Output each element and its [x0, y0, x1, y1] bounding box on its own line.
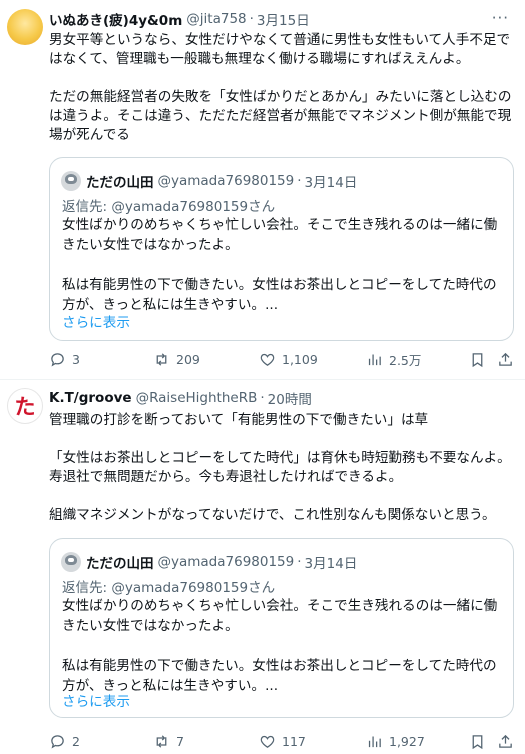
- views-button[interactable]: 2.5万: [366, 349, 421, 369]
- reply-count: 3: [72, 351, 80, 367]
- tweet-text: 男女平等というなら、女性だけやなくて普通に男性も女性もいて人手不足ではなくて、管…: [49, 32, 512, 143]
- like-button[interactable]: 1,109: [259, 349, 318, 369]
- quoted-tweet[interactable]: ただの山田 @yamada76980159 · 3月14日 返信先: @yama…: [49, 157, 514, 341]
- display-name: ただの山田: [86, 175, 154, 191]
- more-icon[interactable]: ···: [492, 9, 509, 27]
- share-button[interactable]: [497, 349, 514, 369]
- timestamp: 3月14日: [304, 556, 358, 572]
- reply-to-handle[interactable]: @yamada76980159さん: [111, 199, 275, 215]
- view-count: 1,927: [389, 733, 425, 749]
- retweet-count: 7: [176, 733, 184, 749]
- reply-button[interactable]: 3: [49, 349, 80, 369]
- tweet-header: K.T/groove @RaiseHightheRB · 20時間: [49, 388, 517, 408]
- views-button[interactable]: 1,927: [366, 731, 425, 751]
- share-button[interactable]: [497, 731, 514, 751]
- user-handle: @yamada76980159: [157, 173, 295, 189]
- retweet-icon: [156, 734, 167, 748]
- tweet-text: 管理職の打診を断っておいて「有能男性の下で働きたい」は草 「女性はお茶出しとコピ…: [49, 412, 511, 523]
- tweet[interactable]: た K.T/groove @RaiseHightheRB · 20時間 管理職の…: [0, 380, 525, 754]
- avatar[interactable]: [61, 552, 81, 572]
- retweet-button[interactable]: 209: [153, 349, 200, 369]
- reply-context: 返信先: @yamada76980159さん: [62, 576, 275, 596]
- quoted-tweet[interactable]: ただの山田 @yamada76980159 · 3月14日 返信先: @yama…: [49, 538, 514, 718]
- view-count: 2.5万: [389, 352, 422, 368]
- like-icon: [260, 735, 275, 748]
- tweet[interactable]: いぬあき(疲)4y&0m @jita758 · 3月15日 ··· 男女平等とい…: [0, 0, 525, 379]
- tweet-header: いぬあき(疲)4y&0m @jita758 · 3月15日 ···: [49, 9, 517, 29]
- separator-dot: ·: [260, 390, 265, 406]
- user-handle[interactable]: @RaiseHightheRB: [136, 390, 258, 406]
- like-count: 1,109: [282, 351, 318, 367]
- timestamp: 3月14日: [304, 175, 358, 191]
- reply-label: 返信先:: [62, 199, 112, 215]
- avatar[interactable]: [7, 9, 43, 45]
- bookmark-icon: [472, 352, 483, 367]
- share-icon: [499, 352, 512, 366]
- timestamp[interactable]: 3月15日: [257, 9, 310, 29]
- timestamp[interactable]: 20時間: [268, 388, 312, 408]
- show-more-link[interactable]: さらに表示: [62, 690, 130, 710]
- avatar[interactable]: た: [7, 388, 43, 424]
- avatar-glyph: た: [14, 394, 36, 419]
- views-icon: [368, 736, 381, 747]
- separator-dot: ·: [297, 173, 302, 189]
- quote-header: ただの山田 @yamada76980159 · 3月14日: [86, 171, 357, 191]
- reply-to-handle[interactable]: @yamada76980159さん: [111, 580, 275, 596]
- reply-button[interactable]: 2: [49, 731, 80, 751]
- reply-icon: [51, 734, 64, 749]
- quote-header: ただの山田 @yamada76980159 · 3月14日: [86, 552, 357, 572]
- separator-dot: ·: [297, 554, 302, 570]
- reply-icon: [51, 352, 64, 367]
- like-count: 117: [282, 733, 306, 749]
- display-name[interactable]: いぬあき(疲)4y&0m: [49, 9, 182, 29]
- bookmark-button[interactable]: [469, 349, 486, 369]
- share-icon: [499, 734, 512, 748]
- bookmark-button[interactable]: [469, 731, 486, 751]
- avatar[interactable]: [61, 171, 81, 191]
- separator-dot: ·: [249, 11, 254, 27]
- quote-text: 女性ばかりのめちゃくちゃ忙しい会社。そこで生き残れるのは一緒に働きたい女性ではな…: [62, 598, 498, 694]
- user-handle: @yamada76980159: [157, 554, 295, 570]
- retweet-count: 209: [176, 351, 200, 367]
- reply-count: 2: [72, 733, 80, 749]
- views-icon: [368, 354, 381, 365]
- display-name[interactable]: K.T/groove: [49, 390, 132, 406]
- reply-label: 返信先:: [62, 580, 112, 596]
- like-icon: [260, 353, 275, 366]
- quote-text: 女性ばかりのめちゃくちゃ忙しい会社。そこで生き残れるのは一緒に働きたい女性ではな…: [62, 217, 498, 313]
- bookmark-icon: [472, 734, 483, 749]
- like-button[interactable]: 117: [259, 731, 306, 751]
- retweet-icon: [156, 352, 167, 366]
- timeline-feed: いぬあき(疲)4y&0m @jita758 · 3月15日 ··· 男女平等とい…: [0, 0, 525, 754]
- action-bar: 3 209 1,109 2.5万: [49, 349, 515, 369]
- show-more-link[interactable]: さらに表示: [62, 311, 130, 331]
- user-handle[interactable]: @jita758: [186, 11, 246, 27]
- display-name: ただの山田: [86, 556, 154, 572]
- retweet-button[interactable]: 7: [153, 731, 184, 751]
- action-bar: 2 7 117 1,927: [49, 731, 515, 751]
- reply-context: 返信先: @yamada76980159さん: [62, 195, 275, 215]
